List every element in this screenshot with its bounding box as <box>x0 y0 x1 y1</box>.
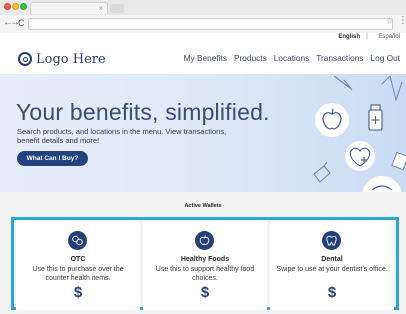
active-wallets-title: Active Wallets <box>184 203 222 209</box>
nav-log-out[interactable]: Log Out <box>370 53 400 63</box>
nav-transactions[interactable]: Transactions <box>316 53 363 63</box>
tooth-icon <box>322 231 341 250</box>
browser-menu-icon[interactable]: ⋮ <box>398 15 406 26</box>
logo-icon <box>18 52 32 66</box>
active-wallets-section: Active Wallets OTC Use this to purchase … <box>0 192 406 314</box>
address-bar[interactable] <box>28 18 393 30</box>
dollar-icon: $ <box>327 284 337 301</box>
otc-pills-icon <box>68 231 87 250</box>
browser-toolbar: ← → C ☆ ⋮ <box>0 15 406 33</box>
dollar-icon: $ <box>73 284 83 301</box>
wallet-description: Use this to purchase over the counter he… <box>32 266 124 282</box>
apple-icon <box>195 231 214 250</box>
site-header: Logo Here My Benefits Products Locations… <box>0 44 406 74</box>
new-tab-button[interactable] <box>110 4 124 13</box>
hero-health-illustration <box>313 75 406 192</box>
medicine-bottle-icon <box>368 104 383 131</box>
logo[interactable]: Logo Here <box>18 50 106 68</box>
minimize-window-button[interactable] <box>12 3 19 10</box>
language-spanish-link[interactable]: Español <box>378 34 400 40</box>
hero-title: Your benefits, simplified. <box>16 99 270 125</box>
browser-tab[interactable]: × <box>30 2 108 14</box>
reload-icon[interactable]: C <box>18 17 25 29</box>
baby-bottle-icon <box>313 161 331 183</box>
wallet-title: Healthy Foods <box>180 256 230 263</box>
wallet-card-healthy-foods[interactable]: Healthy Foods Use this to support health… <box>143 220 267 310</box>
close-window-button[interactable] <box>4 3 11 10</box>
wallet-description: Swipe to use at your dentist's office. <box>276 266 388 273</box>
nav-locations[interactable]: Locations <box>274 53 310 63</box>
language-separator: | <box>366 33 368 40</box>
wallet-description: Use this to support healthy food choices… <box>155 266 255 282</box>
tab-close-icon[interactable]: × <box>98 3 103 14</box>
wallet-title: Dental <box>321 256 343 263</box>
language-english-link[interactable]: English <box>338 34 360 40</box>
wallet-card-dental[interactable]: Dental Swipe to use at your dentist's of… <box>270 220 394 310</box>
hero-banner: Your benefits, simplified. Search produc… <box>0 74 406 192</box>
medicine-box-icon <box>391 151 406 171</box>
dollar-icon: $ <box>200 284 210 301</box>
syringe-icon <box>333 75 353 91</box>
language-bar: English | Español <box>0 33 406 44</box>
wallet-title: OTC <box>70 256 86 263</box>
logo-text: Logo Here <box>36 51 106 67</box>
heartbeat-line-icon <box>381 75 403 102</box>
hero-subtitle: Search products, and locations in the me… <box>17 127 227 145</box>
wallet-card-otc[interactable]: OTC Use this to purchase over the counte… <box>16 220 140 310</box>
maximize-window-button[interactable] <box>20 3 27 10</box>
main-nav: My Benefits Products Locations Transacti… <box>184 53 400 63</box>
what-can-i-buy-button[interactable]: What Can I Buy? <box>17 151 88 166</box>
nav-products[interactable]: Products <box>234 53 267 63</box>
bookmark-star-icon[interactable]: ☆ <box>386 16 393 25</box>
nav-my-benefits[interactable]: My Benefits <box>184 53 227 63</box>
